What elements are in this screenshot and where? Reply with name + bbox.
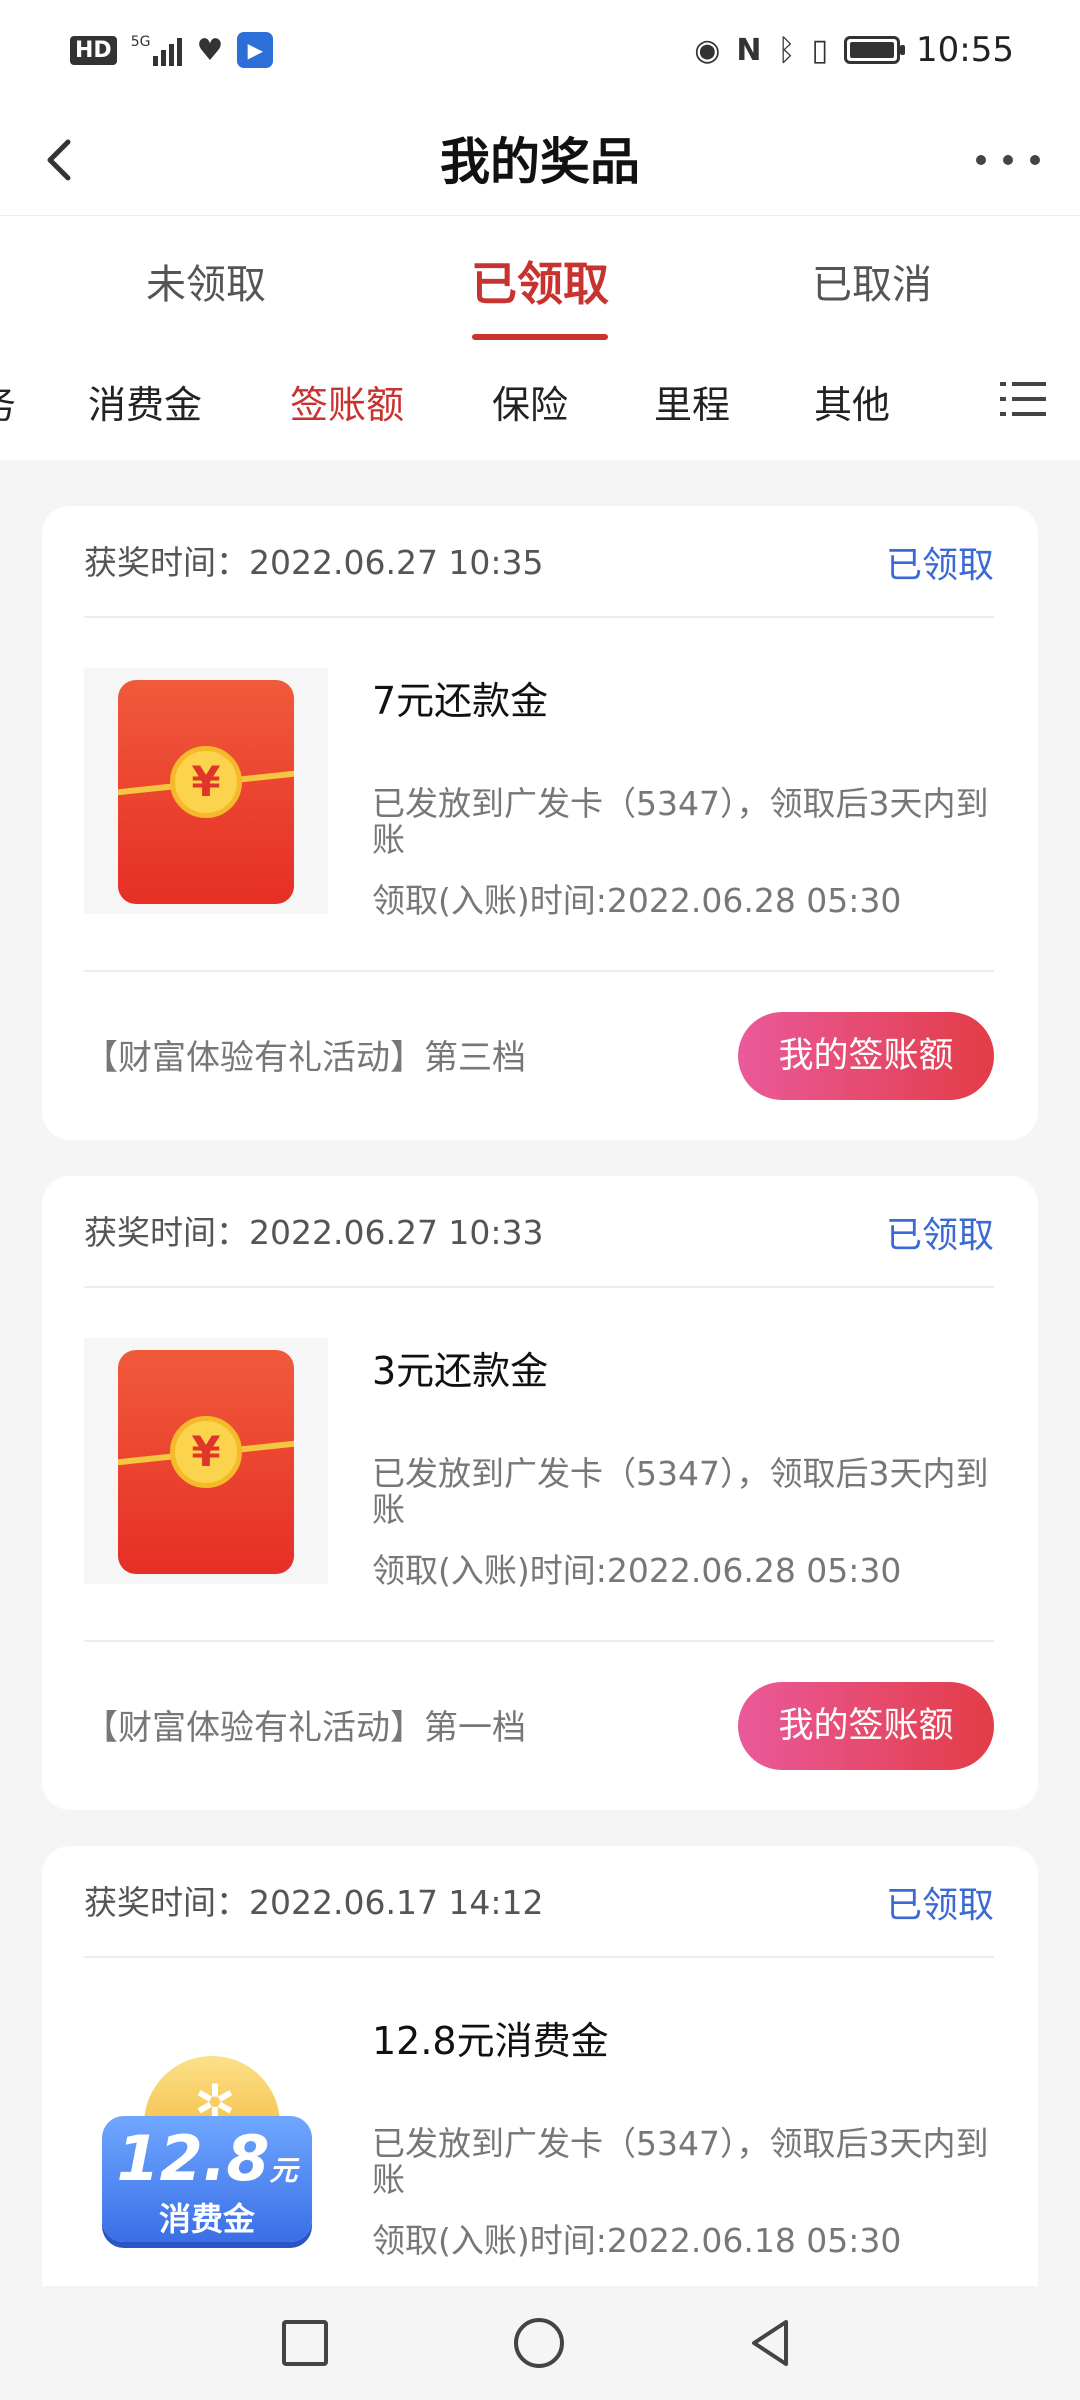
activity-name: 【财富体验有礼活动】第三档	[84, 1038, 526, 1078]
prize-image: ¥	[84, 668, 328, 914]
page-title: 我的奖品	[440, 133, 640, 191]
divider	[84, 970, 994, 972]
claim-status: 已领取	[885, 545, 994, 586]
divider	[84, 1286, 994, 1288]
category-other[interactable]: 其他	[814, 374, 890, 429]
divider	[84, 1640, 994, 1642]
prize-card: 获奖时间：2022.06.27 10:35 已领取 ¥ 7元还款金 已发放到广发…	[42, 506, 1038, 1140]
active-tab-indicator	[472, 334, 608, 340]
divider	[84, 616, 994, 618]
category-sign-amount[interactable]: 签账额	[290, 374, 404, 429]
activity-name: 【财富体验有礼活动】第一档	[84, 1708, 526, 1748]
red-envelope-icon: ¥	[118, 1350, 294, 1574]
category-insurance[interactable]: 保险	[492, 374, 568, 429]
my-sign-amount-button[interactable]: 我的签账额	[738, 1012, 994, 1100]
prize-name: 3元还款金	[372, 1349, 549, 1393]
received-time: 领取(入账)时间:2022.06.28 05:30	[372, 1551, 902, 1590]
award-time: 获奖时间：2022.06.17 14:12	[84, 1883, 544, 1922]
award-time: 获奖时间：2022.06.27 10:33	[84, 1213, 544, 1252]
claim-status: 已领取	[885, 1885, 994, 1926]
consumption-voucher-icon: ✲ 12.8元 消费金	[102, 2056, 312, 2242]
more-button[interactable]	[976, 138, 1040, 182]
my-sign-amount-button[interactable]: 我的签账额	[738, 1682, 994, 1770]
divider	[84, 1956, 994, 1958]
more-dots-icon	[976, 155, 986, 165]
category-partial[interactable]: 务	[0, 374, 16, 429]
category-consumption[interactable]: 消费金	[88, 374, 202, 429]
claim-status: 已领取	[885, 1215, 994, 1256]
prize-image: ¥	[84, 1338, 328, 1584]
nfc-icon: N	[736, 32, 762, 68]
prize-description: 已发放到广发卡（5347），领取后3天内到账	[372, 1454, 989, 1529]
prize-image: ✲ 12.8元 消费金	[84, 2008, 328, 2254]
tab-claimed[interactable]: 已领取	[430, 248, 650, 314]
prize-card: 获奖时间：2022.06.17 14:12 已领取 ✲ 12.8元 消费金 12…	[42, 1846, 1038, 2346]
tab-unclaimed[interactable]: 未领取	[96, 252, 316, 310]
back-icon[interactable]	[744, 2316, 798, 2370]
received-time: 领取(入账)时间:2022.06.28 05:30	[372, 881, 902, 920]
signal-icon: 5G	[131, 34, 183, 66]
prize-card: 获奖时间：2022.06.27 10:33 已领取 ¥ 3元还款金 已发放到广发…	[42, 1176, 1038, 1810]
prize-description: 已发放到广发卡（5347），领取后3天内到账	[372, 2124, 989, 2199]
hd-icon: HD	[70, 35, 117, 65]
bluetooth-icon: ᛒ	[777, 32, 796, 68]
list-menu-icon[interactable]	[1000, 378, 1046, 420]
prize-name: 7元还款金	[372, 679, 549, 723]
recent-apps-icon[interactable]	[282, 2320, 328, 2366]
navigation-bar: 我的奖品	[0, 104, 1080, 216]
clock: 10:55	[916, 30, 1014, 70]
tab-cancelled[interactable]: 已取消	[762, 252, 982, 310]
received-time: 领取(入账)时间:2022.06.18 05:30	[372, 2221, 902, 2260]
category-mileage[interactable]: 里程	[654, 374, 730, 429]
prize-name: 12.8元消费金	[372, 2019, 609, 2063]
battery-icon	[844, 36, 906, 64]
category-bar: 务 消费金 签账额 保险 里程 其他	[0, 344, 1080, 460]
red-envelope-icon: ¥	[118, 680, 294, 904]
status-bar: HD 5G ♥ ▶ ◉ N ᛒ ▯ 10:55	[0, 0, 1080, 104]
prize-description: 已发放到广发卡（5347），领取后3天内到账	[372, 784, 989, 859]
system-navigation-bar	[0, 2286, 1080, 2400]
app-notification-icon: ▶	[237, 32, 274, 68]
health-icon: ♥	[196, 32, 224, 68]
home-icon[interactable]	[514, 2318, 564, 2368]
award-time: 获奖时间：2022.06.27 10:35	[84, 543, 544, 582]
eye-icon: ◉	[694, 32, 721, 68]
vibrate-icon: ▯	[811, 32, 829, 68]
status-tabs: 未领取 已领取 已取消	[0, 216, 1080, 344]
